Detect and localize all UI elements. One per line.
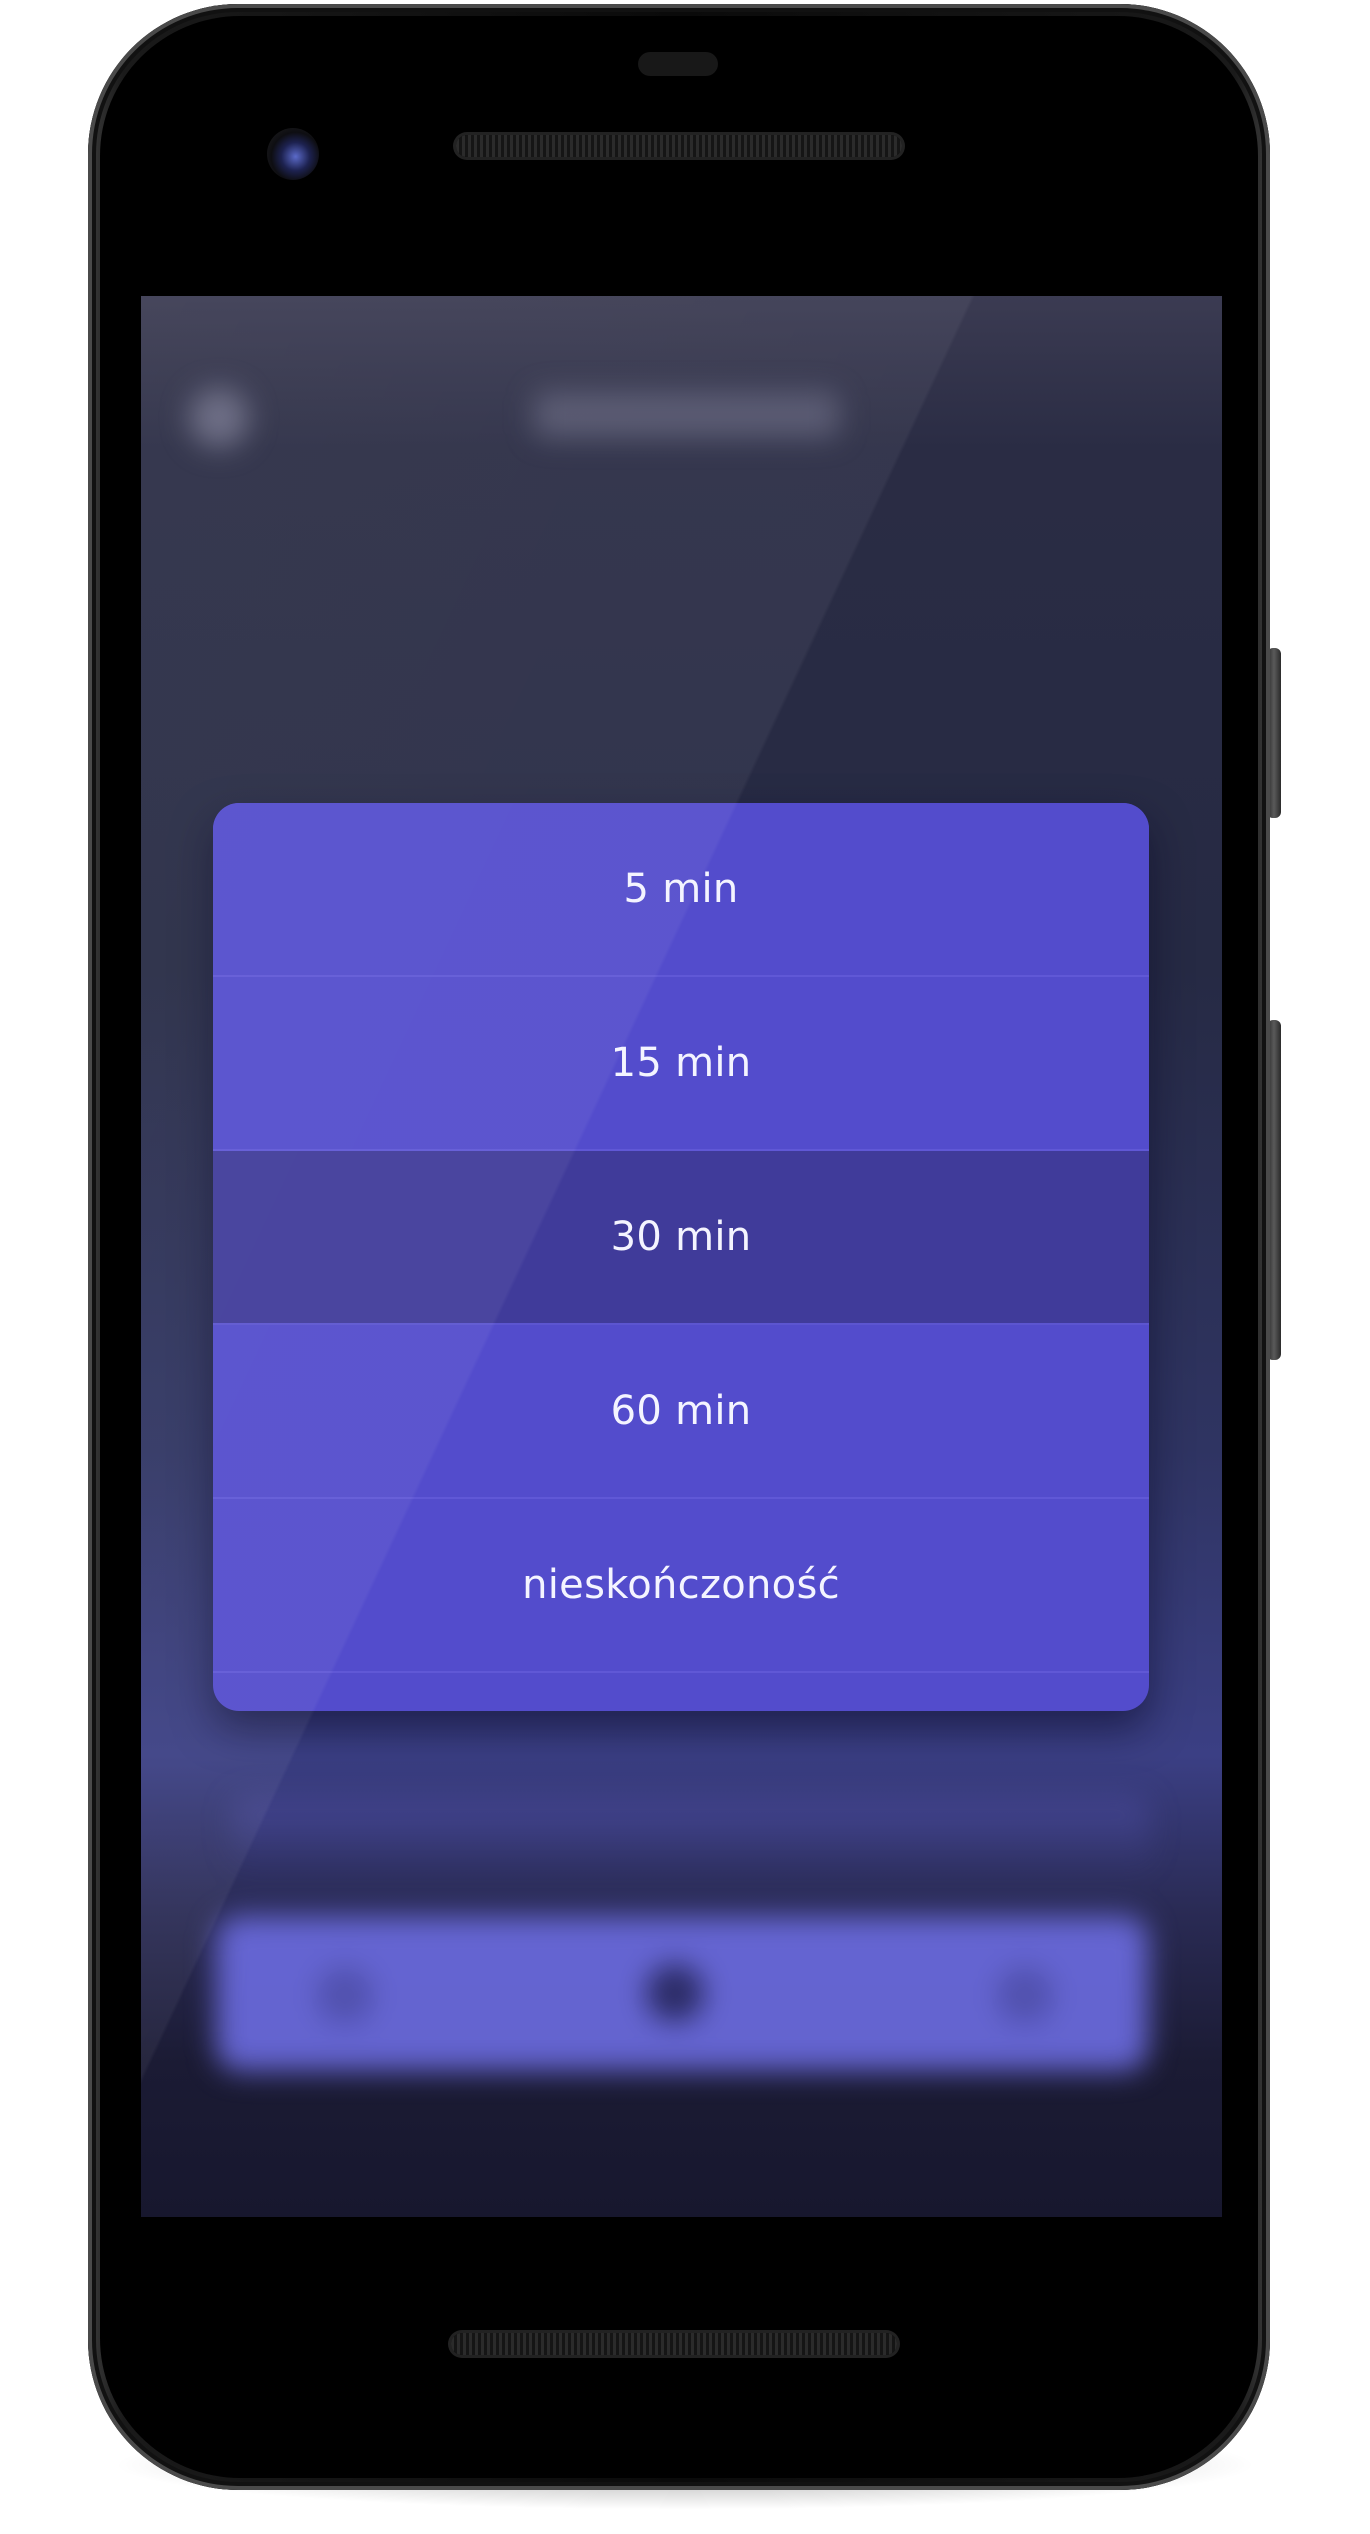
bottom-speaker xyxy=(451,2333,897,2355)
duration-option-4[interactable]: 60 min xyxy=(213,1325,1149,1499)
duration-option-label: 15 min xyxy=(610,1040,752,1086)
duration-option-label: 5 min xyxy=(623,866,739,912)
app-screen: 5 min 15 min 30 min 60 min nieskończoność xyxy=(141,296,1222,2217)
menu-icon xyxy=(189,388,249,448)
duration-option-1[interactable]: 5 min xyxy=(213,803,1149,977)
duration-option-label: 60 min xyxy=(610,1388,752,1434)
front-camera-icon xyxy=(267,128,319,180)
duration-option-label: 30 min xyxy=(610,1214,752,1260)
duration-option-2[interactable]: 15 min xyxy=(213,977,1149,1151)
top-speaker xyxy=(456,135,902,157)
earpiece-grille-top xyxy=(638,52,718,76)
bottom-bar-center-icon xyxy=(646,1964,704,2022)
bottom-bar-left-icon xyxy=(316,1966,374,2024)
duration-option-3[interactable]: 30 min xyxy=(213,1151,1149,1325)
duration-picker-dialog: 5 min 15 min 30 min 60 min nieskończoność xyxy=(213,803,1149,1711)
chart-area xyxy=(231,1796,1151,1876)
duration-option-5[interactable]: nieskończoność xyxy=(213,1499,1149,1673)
bottom-bar-right-icon xyxy=(996,1966,1054,2024)
duration-option-label: nieskończoność xyxy=(522,1562,840,1608)
app-title-placeholder xyxy=(534,392,839,438)
